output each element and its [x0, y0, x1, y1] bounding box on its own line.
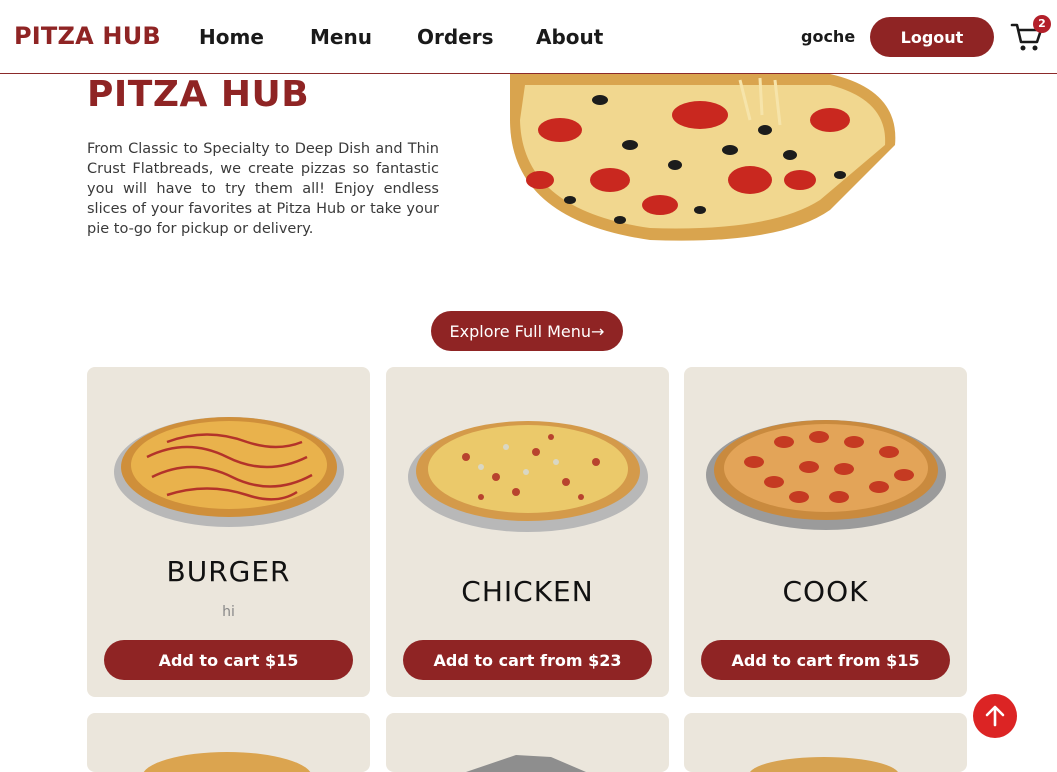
add-to-cart-button[interactable]: Add to cart $15: [104, 640, 353, 680]
nav-about[interactable]: About: [536, 25, 626, 49]
product-pizza-image: [408, 421, 648, 532]
arrow-up-icon: [985, 705, 1005, 727]
main-nav: Home Menu Orders About: [199, 25, 626, 49]
product-pizza-image: [466, 755, 586, 772]
hero-description: From Classic to Specialty to Deep Dish a…: [87, 141, 439, 237]
product-card: [684, 713, 967, 772]
add-to-cart-button[interactable]: Add to cart from $15: [701, 640, 950, 680]
product-card: [386, 713, 669, 772]
product-card: CHICKEN Add to cart from $23: [386, 367, 669, 697]
logout-button[interactable]: Logout: [870, 17, 994, 57]
product-card: [87, 713, 370, 772]
username: goche: [801, 27, 856, 46]
product-name: COOK: [782, 575, 869, 608]
product-card: BURGER hi Add to cart $15: [87, 367, 370, 697]
product-pizza-image: [750, 757, 898, 772]
hero-pizza-image: [510, 74, 896, 241]
product-name: CHICKEN: [461, 575, 594, 608]
product-description: hi: [222, 604, 235, 620]
top-navbar: PITZA HUB Home Menu Orders About goche L…: [0, 0, 1057, 74]
nav-orders[interactable]: Orders: [417, 25, 536, 49]
product-pizza-image: [706, 420, 946, 530]
explore-menu-button[interactable]: Explore Full Menu→: [431, 311, 623, 351]
product-card: COOK Add to cart from $15: [684, 367, 967, 697]
hero-title: PITZA HUB: [87, 74, 310, 115]
brand-logo[interactable]: PITZA HUB: [14, 22, 161, 50]
product-pizza-image: [143, 752, 311, 772]
cart-count-badge: 2: [1033, 15, 1051, 33]
product-name: BURGER: [166, 555, 291, 588]
scroll-to-top-button[interactable]: [973, 694, 1017, 738]
product-pizza-image: [114, 417, 344, 527]
nav-menu[interactable]: Menu: [310, 25, 417, 49]
nav-home[interactable]: Home: [199, 25, 310, 49]
add-to-cart-button[interactable]: Add to cart from $23: [403, 640, 652, 680]
